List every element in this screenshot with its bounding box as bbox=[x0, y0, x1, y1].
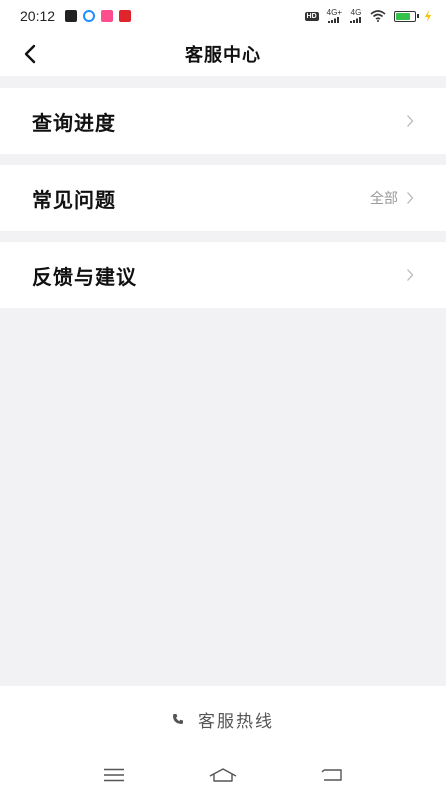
chevron-left-icon bbox=[24, 44, 36, 64]
phone-icon bbox=[173, 714, 183, 724]
menu-item-faq[interactable]: 常见问题 全部 bbox=[0, 165, 446, 231]
hotline-button[interactable]: 客服热线 bbox=[0, 704, 446, 734]
menu-item-right: 全部 bbox=[370, 188, 414, 208]
chevron-right-icon bbox=[406, 114, 414, 128]
menu-icon bbox=[104, 768, 125, 782]
menu-item-right bbox=[398, 268, 414, 282]
chevron-right-icon bbox=[406, 191, 414, 205]
notification-app-icon bbox=[83, 10, 96, 22]
page-title: 客服中心 bbox=[185, 45, 261, 66]
menu-item-feedback[interactable]: 反馈与建议 bbox=[0, 242, 446, 308]
menu-item-label: 常见问题 bbox=[32, 187, 116, 212]
back-button[interactable] bbox=[14, 38, 46, 70]
hotline-label: 客服热线 bbox=[198, 711, 274, 732]
notification-app-icon bbox=[119, 10, 132, 22]
header: 客服中心 bbox=[0, 32, 446, 76]
notification-app-icon bbox=[65, 10, 78, 22]
charging-icon bbox=[425, 10, 431, 22]
network-label: 4G+ bbox=[326, 8, 342, 17]
system-nav-bar bbox=[0, 760, 446, 790]
system-home-button[interactable] bbox=[203, 760, 243, 790]
notification-app-icon bbox=[101, 10, 114, 22]
status-right: HD 4G+ 4G bbox=[304, 9, 432, 23]
status-left: 20:12 bbox=[20, 8, 132, 24]
menu-item-extra: 全部 bbox=[370, 191, 398, 207]
status-bar: 20:12 HD 4G+ 4G bbox=[0, 0, 446, 32]
menu-item-label: 反馈与建议 bbox=[32, 264, 137, 289]
menu-item-right bbox=[398, 114, 414, 128]
bottom-area: 客服热线 bbox=[0, 686, 446, 796]
system-menu-button[interactable] bbox=[94, 760, 134, 790]
status-time: 20:12 bbox=[20, 8, 56, 24]
hd-badge: HD bbox=[304, 11, 319, 21]
network-label: 4G bbox=[350, 8, 362, 17]
chevron-right-icon bbox=[406, 268, 414, 282]
home-icon bbox=[209, 768, 237, 782]
back-icon bbox=[321, 769, 342, 781]
system-back-button[interactable] bbox=[312, 760, 352, 790]
signal-4g-plus: 4G+ bbox=[327, 9, 342, 23]
wifi-icon bbox=[370, 10, 386, 22]
signal-icon bbox=[328, 17, 340, 23]
signal-4g: 4G bbox=[350, 9, 362, 23]
menu-item-query-progress[interactable]: 查询进度 bbox=[0, 88, 446, 154]
battery-icon bbox=[394, 10, 419, 22]
signal-icon bbox=[350, 17, 361, 23]
menu-item-label: 查询进度 bbox=[32, 110, 116, 135]
battery-fill bbox=[396, 12, 410, 20]
